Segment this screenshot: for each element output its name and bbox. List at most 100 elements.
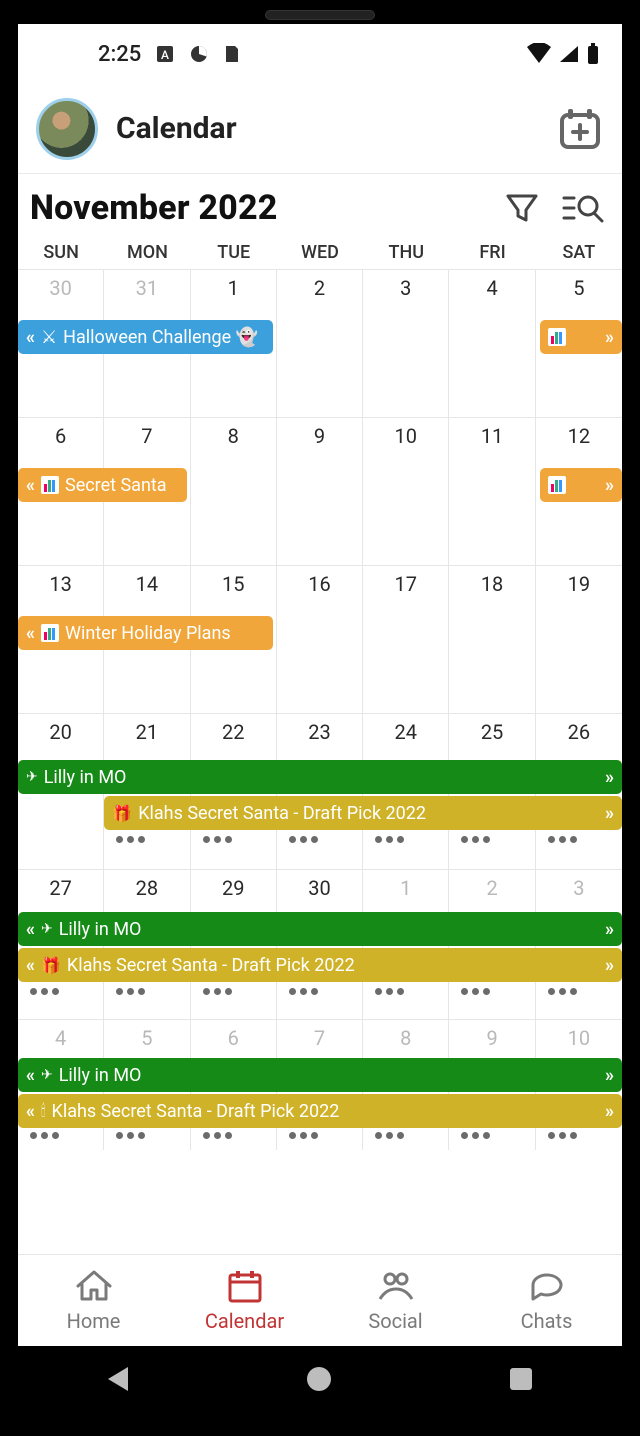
- more-dots[interactable]: [277, 988, 363, 995]
- day-number: 9: [449, 1026, 534, 1050]
- more-dots[interactable]: [104, 988, 190, 995]
- more-dots[interactable]: [449, 988, 535, 995]
- event-winter-holiday[interactable]: « Winter Holiday Plans: [18, 616, 273, 650]
- day-cell[interactable]: 18: [449, 566, 535, 713]
- event-halloween[interactable]: « ⚔ Halloween Challenge 👻: [18, 320, 273, 354]
- more-dots[interactable]: [104, 836, 190, 843]
- day-cell[interactable]: 16: [277, 566, 363, 713]
- more-dots[interactable]: [449, 1132, 535, 1139]
- battery-icon: [586, 43, 600, 65]
- event-orange-continue[interactable]: »: [540, 320, 622, 354]
- chevron-right-icon: »: [605, 475, 614, 496]
- event-lilly[interactable]: « ✈ Lilly in MO »: [18, 912, 622, 946]
- weekday-fri: FRI: [449, 242, 535, 263]
- tab-label: Home: [67, 1309, 121, 1333]
- chevron-left-icon: «: [26, 327, 35, 348]
- event-label: Lilly in MO: [59, 1065, 142, 1086]
- app-header: Calendar: [18, 84, 622, 174]
- more-dots[interactable]: [18, 1132, 104, 1139]
- tab-home[interactable]: Home: [18, 1255, 169, 1346]
- day-cell[interactable]: 9: [277, 418, 363, 565]
- more-dots[interactable]: [363, 1132, 449, 1139]
- day-number: 5: [536, 276, 622, 300]
- add-calendar-icon[interactable]: [556, 105, 604, 153]
- airplane-icon: ✈: [41, 1067, 53, 1083]
- day-number: 9: [277, 424, 362, 448]
- day-number: 4: [449, 276, 534, 300]
- day-number: 25: [449, 720, 534, 744]
- day-number: 21: [104, 720, 189, 744]
- day-cell[interactable]: 19: [536, 566, 622, 713]
- day-number: 1: [191, 276, 276, 300]
- day-cell[interactable]: 10: [363, 418, 449, 565]
- weekday-sat: SAT: [536, 242, 622, 263]
- tab-social[interactable]: Social: [320, 1255, 471, 1346]
- week-row: 4 5 6 7 8 9 10 « ✈ Lilly in MO » « 🕯: [18, 1020, 622, 1150]
- more-dots[interactable]: [363, 836, 449, 843]
- chevron-right-icon: »: [605, 1101, 614, 1122]
- weekday-tue: TUE: [191, 242, 277, 263]
- day-cell[interactable]: 4: [449, 270, 535, 417]
- weekday-wed: WED: [277, 242, 363, 263]
- day-number: 16: [277, 572, 362, 596]
- day-cell[interactable]: 3: [363, 270, 449, 417]
- signal-icon: [558, 44, 580, 64]
- chevron-left-icon: «: [26, 1065, 35, 1086]
- week-row: 13 14 15 16 17 18 19 « Winter Holiday Pl…: [18, 566, 622, 714]
- more-dots[interactable]: [363, 988, 449, 995]
- social-icon: [376, 1269, 416, 1303]
- more-dots[interactable]: [18, 988, 104, 995]
- more-dots[interactable]: [104, 1132, 190, 1139]
- day-cell[interactable]: 17: [363, 566, 449, 713]
- gift-icon: 🎁: [112, 804, 132, 823]
- event-lilly[interactable]: ✈ Lilly in MO »: [18, 760, 622, 794]
- more-dots[interactable]: [191, 988, 277, 995]
- swords-icon: ⚔: [41, 327, 57, 348]
- day-number: 28: [104, 876, 189, 900]
- day-number: 26: [536, 720, 622, 744]
- search-list-icon[interactable]: [560, 190, 604, 226]
- filter-icon[interactable]: [504, 190, 540, 226]
- day-cell[interactable]: 11: [449, 418, 535, 565]
- weekday-sun: SUN: [18, 242, 104, 263]
- chevron-right-icon: »: [605, 1065, 614, 1086]
- more-dots[interactable]: [536, 1132, 622, 1139]
- tab-calendar[interactable]: Calendar: [169, 1255, 320, 1346]
- status-icon-a: A: [155, 44, 175, 64]
- month-row: November 2022: [18, 174, 622, 238]
- more-dots[interactable]: [536, 988, 622, 995]
- day-number: 31: [104, 276, 189, 300]
- day-cell[interactable]: 8: [191, 418, 277, 565]
- more-events-row: [18, 1132, 622, 1139]
- avatar[interactable]: [36, 98, 98, 160]
- day-number: 4: [18, 1026, 103, 1050]
- event-orange-continue[interactable]: »: [540, 468, 622, 502]
- nav-home-icon[interactable]: [307, 1367, 331, 1391]
- nav-recents-icon[interactable]: [510, 1368, 532, 1390]
- event-secret-santa[interactable]: « Secret Santa: [18, 468, 187, 502]
- more-dots[interactable]: [277, 1132, 363, 1139]
- event-label: Secret Santa: [65, 475, 167, 496]
- event-klahs[interactable]: 🎁 Klahs Secret Santa - Draft Pick 2022 »: [104, 796, 622, 830]
- day-number: 11: [449, 424, 534, 448]
- day-number: 3: [536, 876, 622, 900]
- device-frame: 2:25 A Calendar November 2022: [0, 0, 640, 1436]
- day-cell[interactable]: 2: [277, 270, 363, 417]
- chevron-right-icon: »: [605, 803, 614, 824]
- more-dots[interactable]: [191, 836, 277, 843]
- tab-label: Social: [368, 1309, 422, 1333]
- event-label: Halloween Challenge 👻: [63, 327, 258, 348]
- more-dots[interactable]: [277, 836, 363, 843]
- more-dots[interactable]: [191, 1132, 277, 1139]
- event-label: Lilly in MO: [59, 919, 142, 940]
- more-dots[interactable]: [536, 836, 622, 843]
- nav-back-icon[interactable]: [108, 1367, 128, 1391]
- event-klahs[interactable]: « 🎁 Klahs Secret Santa - Draft Pick 2022…: [18, 948, 622, 982]
- status-time: 2:25: [98, 42, 141, 67]
- event-klahs[interactable]: « 🕯 Klahs Secret Santa - Draft Pick 2022…: [18, 1094, 622, 1128]
- event-lilly[interactable]: « ✈ Lilly in MO »: [18, 1058, 622, 1092]
- more-dots[interactable]: [449, 836, 535, 843]
- month-title[interactable]: November 2022: [30, 188, 484, 228]
- status-icon-sd: [223, 44, 241, 64]
- tab-chats[interactable]: Chats: [471, 1255, 622, 1346]
